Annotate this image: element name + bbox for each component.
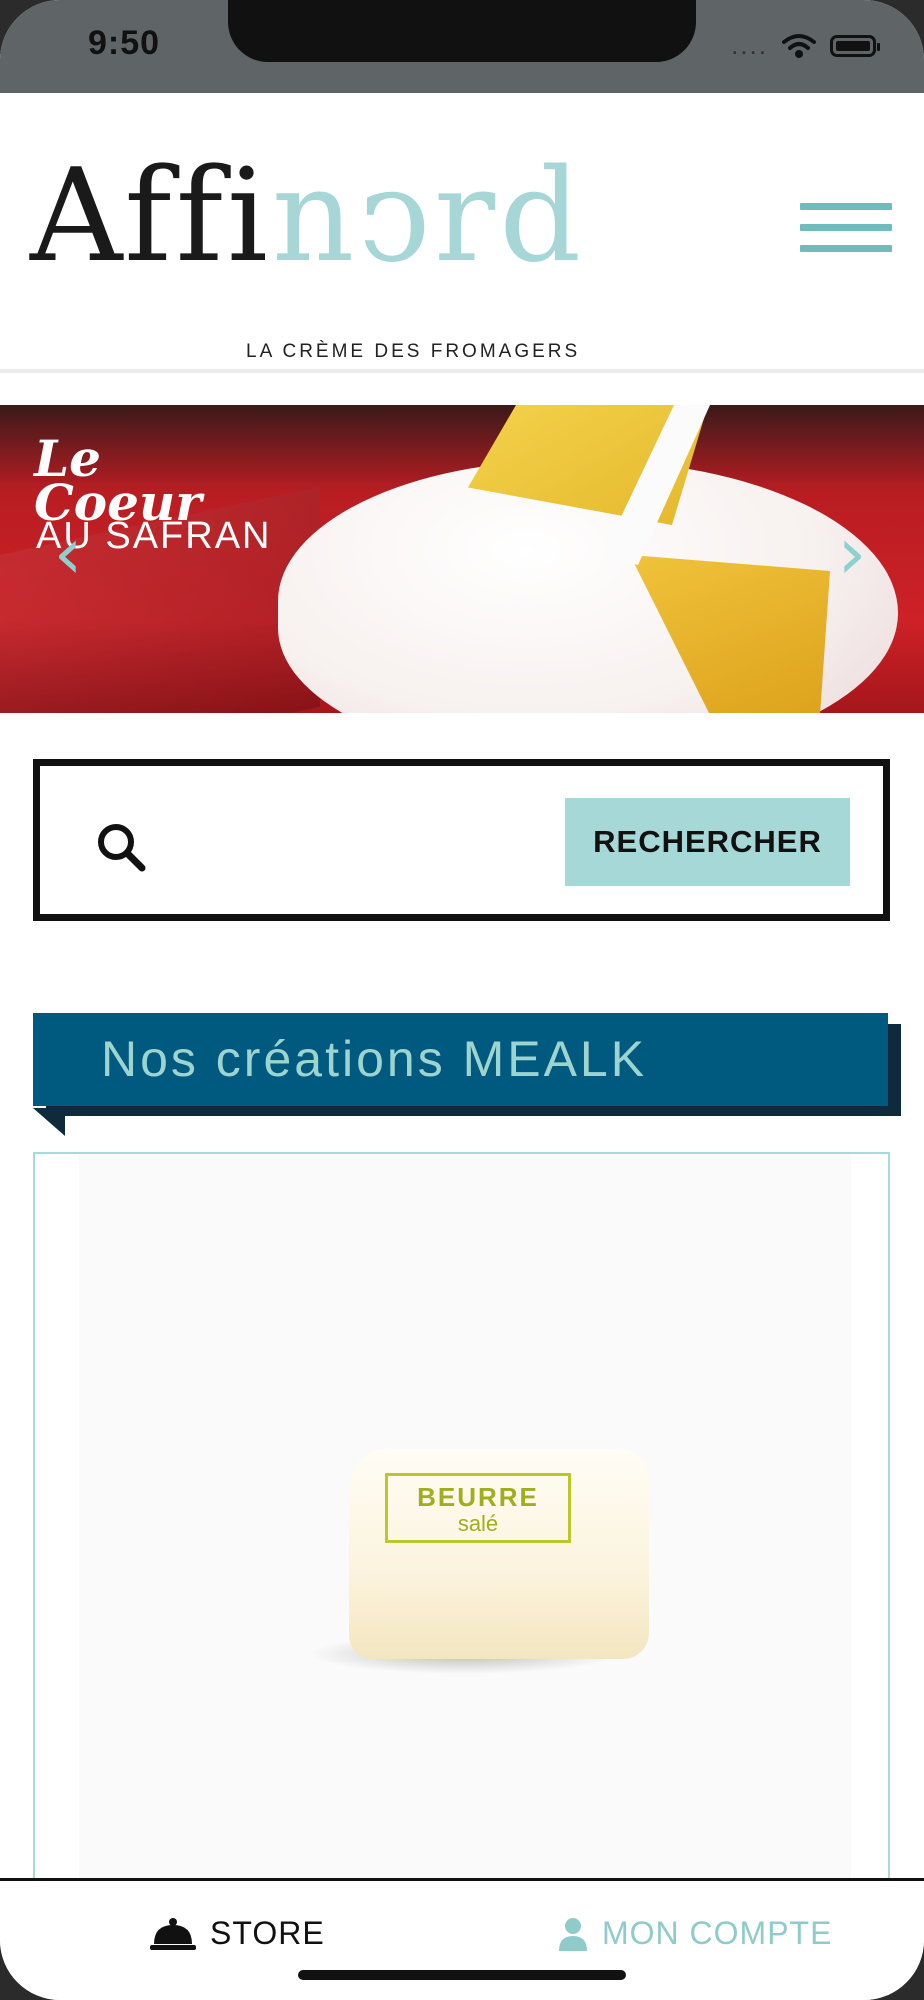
status-icons: .... — [731, 30, 880, 61]
wifi-icon — [782, 33, 816, 58]
app-screen: 9:50 .... Affinↄrd LA CRÈME DES FROMAGER… — [0, 0, 924, 2000]
hero-carousel[interactable]: Le Coeur AU SAFRAN ‹ › — [0, 405, 924, 713]
product-image: BEURRE salé — [79, 1154, 851, 1890]
logo-tagline: LA CRÈME DES FROMAGERS — [246, 341, 581, 362]
search-icon — [98, 824, 146, 872]
section-header: Nos créations MEALK — [33, 1013, 888, 1106]
ribbon-fold — [33, 1108, 65, 1136]
battery-icon — [830, 34, 880, 57]
search-input[interactable] — [180, 806, 584, 888]
cloche-icon — [150, 1917, 196, 1950]
user-icon — [559, 1917, 587, 1951]
logo-wordmark: Affinↄrd — [30, 142, 586, 291]
affinord-logo[interactable]: Affinↄrd LA CRÈME DES FROMAGERS — [30, 142, 586, 363]
home-indicator — [298, 1970, 626, 1980]
butter-label-main: BEURRE — [417, 1482, 539, 1512]
tab-store[interactable]: STORE — [150, 1915, 325, 1952]
butter-package: BEURRE salé — [349, 1449, 649, 1659]
status-time: 9:50 — [88, 24, 161, 62]
site-header: Affinↄrd LA CRÈME DES FROMAGERS — [0, 93, 924, 373]
signal-icon: .... — [731, 30, 768, 60]
butter-label: BEURRE salé — [385, 1473, 571, 1543]
section-title: Nos créations MEALK — [101, 1031, 648, 1087]
hamburger-menu-icon[interactable] — [800, 203, 892, 263]
tab-store-label: STORE — [210, 1915, 325, 1951]
status-bar: 9:50 .... — [0, 0, 924, 93]
notch — [228, 0, 696, 62]
tab-my-account-label: MON COMPTE — [602, 1915, 833, 1951]
tab-my-account[interactable]: MON COMPTE — [558, 1915, 832, 1952]
carousel-prev-icon[interactable]: ‹ — [48, 513, 88, 593]
carousel-next-icon[interactable]: › — [832, 513, 872, 593]
butter-label-sub: salé — [457, 1511, 499, 1536]
search-box: RECHERCHER — [33, 759, 890, 921]
bottom-tab-bar: STORE MON COMPTE — [0, 1878, 924, 2000]
product-card[interactable]: BEURRE salé — [33, 1152, 890, 1892]
search-button[interactable]: RECHERCHER — [565, 798, 850, 886]
